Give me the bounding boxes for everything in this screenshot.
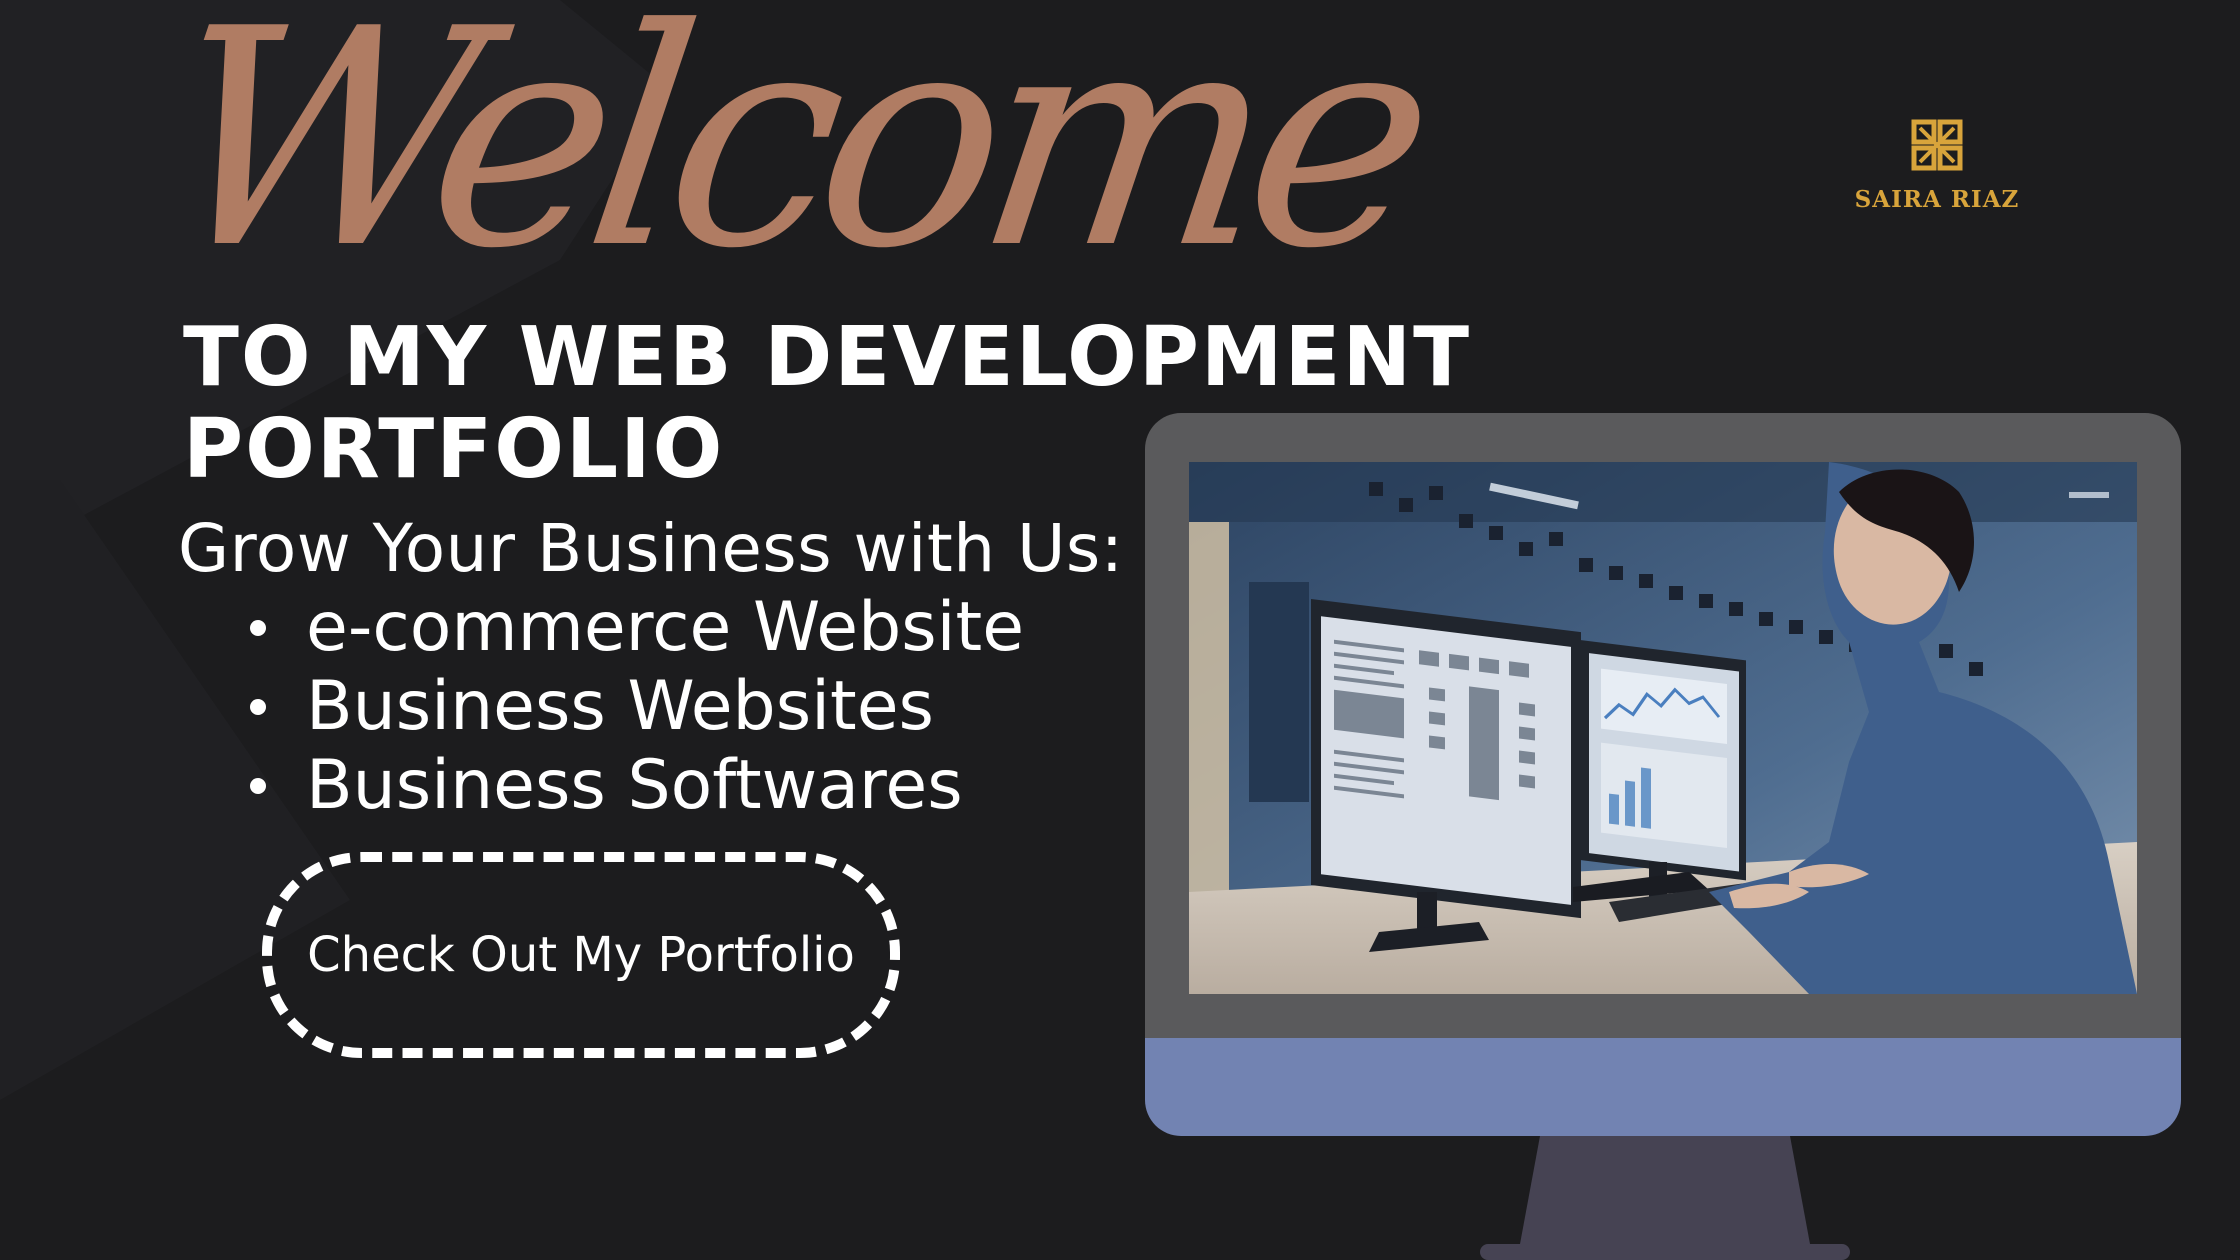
- tagline: Grow Your Business with Us:: [178, 510, 1124, 587]
- check-portfolio-button[interactable]: Check Out My Portfolio: [262, 852, 900, 1058]
- brand-name: SAIRA RIAZ: [1854, 186, 2020, 213]
- service-label: Business Websites: [306, 667, 934, 746]
- list-item: Business Websites: [250, 667, 1024, 746]
- monitor-stand: [1480, 1136, 1850, 1260]
- brand-logo: SAIRA RIAZ: [1852, 118, 2022, 213]
- list-item: Business Softwares: [250, 746, 1024, 825]
- list-item: e-commerce Website: [250, 588, 1024, 667]
- workstation-photo: [1189, 462, 2137, 994]
- monogram-icon: [1911, 119, 1963, 171]
- title-line-1: TO MY WEB DEVELOPMENT: [183, 310, 1472, 405]
- bullet-icon: [250, 777, 266, 794]
- bullet-icon: [250, 698, 266, 715]
- service-label: Business Softwares: [306, 746, 963, 825]
- welcome-script: Welcome: [145, 0, 1437, 314]
- services-list: e-commerce Website Business Websites Bus…: [250, 588, 1024, 825]
- cta-label: Check Out My Portfolio: [307, 927, 855, 983]
- photo-illustration: [1189, 462, 2137, 994]
- bullet-icon: [250, 619, 266, 636]
- monitor-chin: [1145, 1038, 2181, 1136]
- service-label: e-commerce Website: [306, 588, 1025, 667]
